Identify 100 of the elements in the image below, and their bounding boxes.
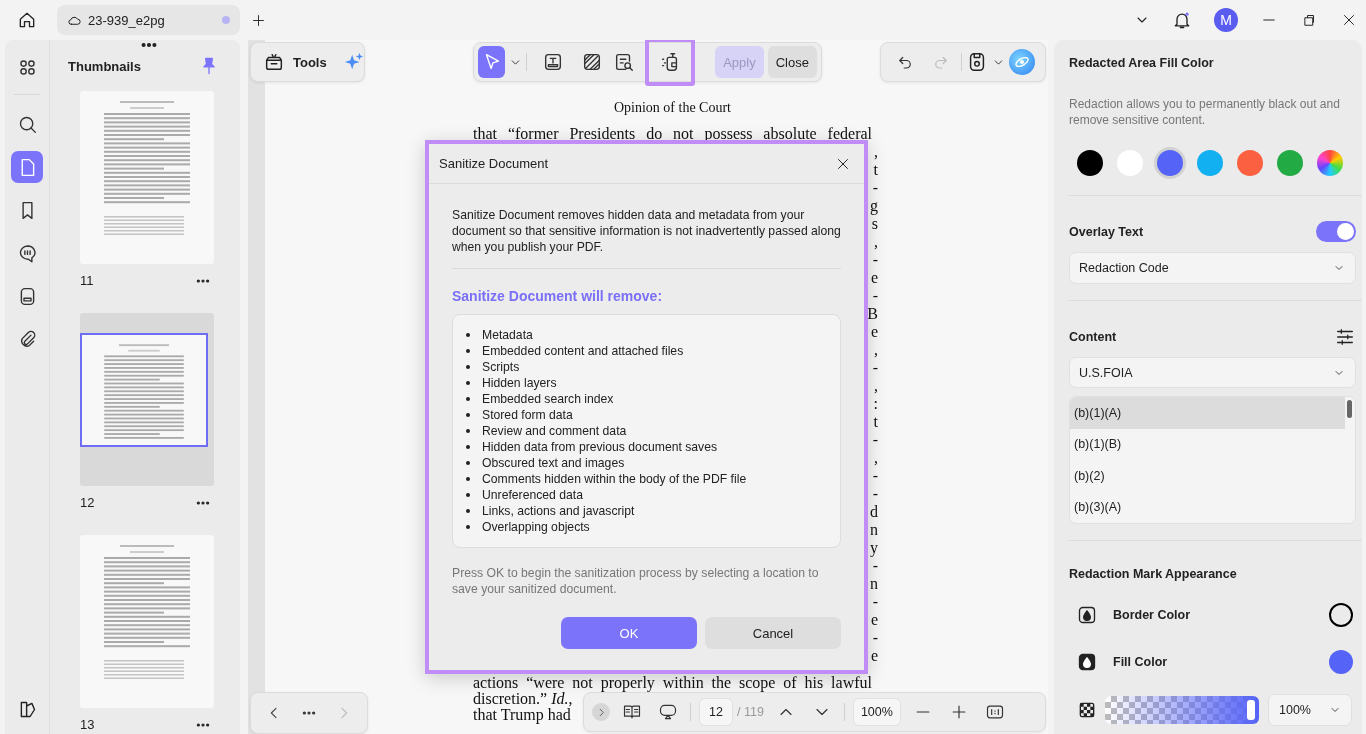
list-item: Hidden layers (482, 375, 557, 391)
zoom-field[interactable]: 100% (852, 698, 901, 726)
sanitize-tool[interactable] (645, 40, 696, 86)
bullet-icon (466, 349, 470, 353)
body-text-line: that “former Presidents do not possess absolute federal (473, 125, 872, 143)
text-fragment: y (870, 539, 878, 557)
list-item[interactable]: (b)(2) (1070, 460, 1345, 492)
bullet-icon (466, 445, 470, 449)
tab-title: 23-939_e2pg (88, 12, 166, 28)
color-swatch[interactable] (1154, 147, 1186, 179)
dialog-title: Sanitize Document (439, 156, 549, 171)
text-fragment: e (870, 611, 878, 629)
row-label: Border Color (1113, 607, 1192, 622)
select-tool[interactable] (478, 46, 506, 78)
overlay-dropdown[interactable]: Redaction Code (1069, 251, 1356, 284)
text-fragment: - (872, 251, 878, 269)
text-fragment: : (873, 395, 878, 413)
list-item: Obscured text and images (482, 455, 625, 471)
drop-icon (1077, 604, 1097, 625)
list-item: Overlapping objects (482, 519, 590, 535)
bullet-icon (466, 493, 470, 497)
text-fragment: e (870, 269, 878, 287)
opacity-slider[interactable] (1105, 696, 1259, 725)
home-icon[interactable] (17, 10, 37, 30)
bullet-icon (466, 477, 470, 481)
close-button[interactable]: Close (767, 46, 817, 78)
page-number: 11 (80, 273, 94, 288)
page-field[interactable]: 12 (699, 698, 733, 726)
text-fragment: e (870, 647, 878, 665)
text-fragment: - (872, 179, 878, 197)
page-header: Opinion of the Court (612, 99, 732, 117)
cancel-button[interactable]: Cancel (705, 617, 841, 649)
list-item[interactable]: (b)(1)(B) (1070, 428, 1345, 461)
text-fragment: n (870, 575, 878, 593)
section-title: Redacted Area Fill Color (1069, 55, 1215, 72)
body-text-line: that Trump had (473, 707, 571, 723)
row-label: Fill Color (1113, 655, 1169, 670)
text-fragment: , (874, 449, 878, 467)
text-fragment: , (874, 377, 878, 395)
overlay-toggle[interactable] (1316, 221, 1356, 243)
text-fragment: t (873, 161, 878, 179)
list-item: Scripts (482, 359, 520, 375)
page-thumbnail[interactable] (80, 313, 214, 486)
border-color-swatch[interactable] (1329, 602, 1353, 627)
section-heading: Sanitize Document will remove: (452, 287, 664, 305)
bullet-icon (466, 509, 470, 513)
bullet-icon (466, 397, 470, 401)
text-fragment: , (874, 341, 878, 359)
page-thumbnail[interactable] (80, 535, 214, 708)
bullet-icon (466, 365, 470, 369)
section-title: Overlay Text (1069, 223, 1144, 241)
text-fragment: t (873, 413, 878, 431)
list-item: Stored form data (482, 407, 573, 423)
text-fragment: B (867, 305, 878, 323)
list-item: Links, actions and javascript (482, 503, 635, 519)
list-item: Review and comment data (482, 423, 627, 439)
section-title: Content (1069, 328, 1117, 346)
section-description: Redaction allows you to permanently black out and remove sensitive content. (1069, 96, 1341, 128)
text-fragment: - (872, 467, 878, 485)
dialog-description: Sanitize Document removes hidden data and metadata from your document so that sensitive information is not inadvertently passed along when you publish your PDF. (452, 207, 841, 255)
bell-icon[interactable] (1172, 10, 1192, 30)
text-fragment: - (872, 557, 878, 575)
list-item: Unreferenced data (482, 487, 583, 503)
drag-handle-icon (140, 41, 158, 49)
list-item[interactable]: (b)(1)(A) (1070, 397, 1345, 429)
tools-button[interactable]: Tools (263, 51, 327, 73)
list-item: Metadata (482, 327, 533, 343)
opacity-dropdown[interactable]: 100% (1268, 694, 1352, 727)
bullet-icon (466, 525, 470, 529)
panel-title: Thumbnails (68, 58, 141, 74)
bullet-icon (466, 381, 470, 385)
bullet-icon (466, 413, 470, 417)
text-fragment: - (872, 287, 878, 305)
list-item: Comments hidden within the body of the PDF file (482, 471, 747, 487)
toolbox-icon[interactable] (263, 51, 285, 73)
fill-color-swatch[interactable] (1329, 650, 1353, 675)
list-item: Embedded search index (482, 391, 614, 407)
ok-button[interactable]: OK (561, 617, 697, 649)
page-total: / 119 (737, 705, 764, 719)
text-fragment: - (872, 485, 878, 503)
presentation-icon[interactable] (658, 702, 678, 722)
page-thumbnail[interactable] (80, 91, 214, 264)
text-fragment: n (870, 521, 878, 539)
text-fragment: - (872, 593, 878, 611)
slider-thumb[interactable] (1247, 700, 1255, 721)
text-fragment: - (872, 629, 878, 647)
page-number: 13 (80, 717, 95, 732)
text-fragment: s (871, 215, 878, 233)
text-fragment: e (870, 323, 878, 341)
document-tab[interactable]: 23-939_e2pg (57, 5, 240, 35)
page-number: 12 (80, 495, 95, 510)
text-fragment: d (870, 503, 878, 521)
list-item: Embedded content and attached files (482, 343, 684, 359)
content-dropdown[interactable]: U.S.FOIA (1069, 356, 1356, 389)
text-fragment: g (870, 197, 878, 215)
section-title: Redaction Mark Appearance (1069, 565, 1238, 583)
scrollbar-thumb[interactable] (1347, 400, 1352, 419)
list-item[interactable]: (b)(3)(A) (1070, 491, 1345, 523)
user-avatar[interactable]: M (1214, 8, 1238, 32)
text-fragment: - (872, 359, 878, 377)
